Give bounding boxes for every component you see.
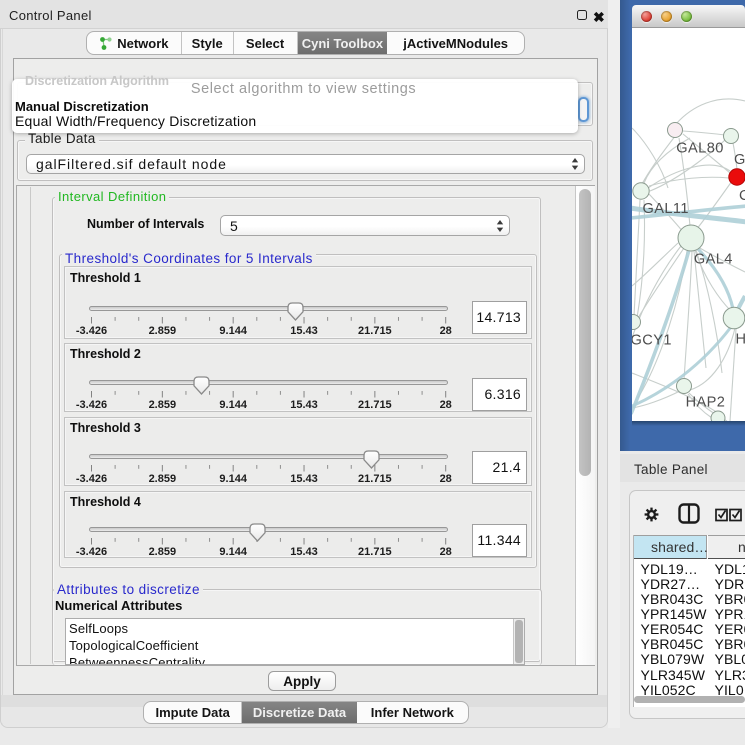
svg-text:GAL80: GAL80 [676,141,723,157]
svg-text:GAL11: GAL11 [643,201,689,217]
svg-text:HAP: HAP [736,332,745,348]
svg-text:CRP: CRP [739,188,745,204]
svg-text:GAL4: GAL4 [694,252,733,268]
svg-text:GCY1: GCY1 [632,333,672,349]
svg-text:GAL: GAL [734,152,745,168]
svg-text:HAP2: HAP2 [686,394,726,410]
